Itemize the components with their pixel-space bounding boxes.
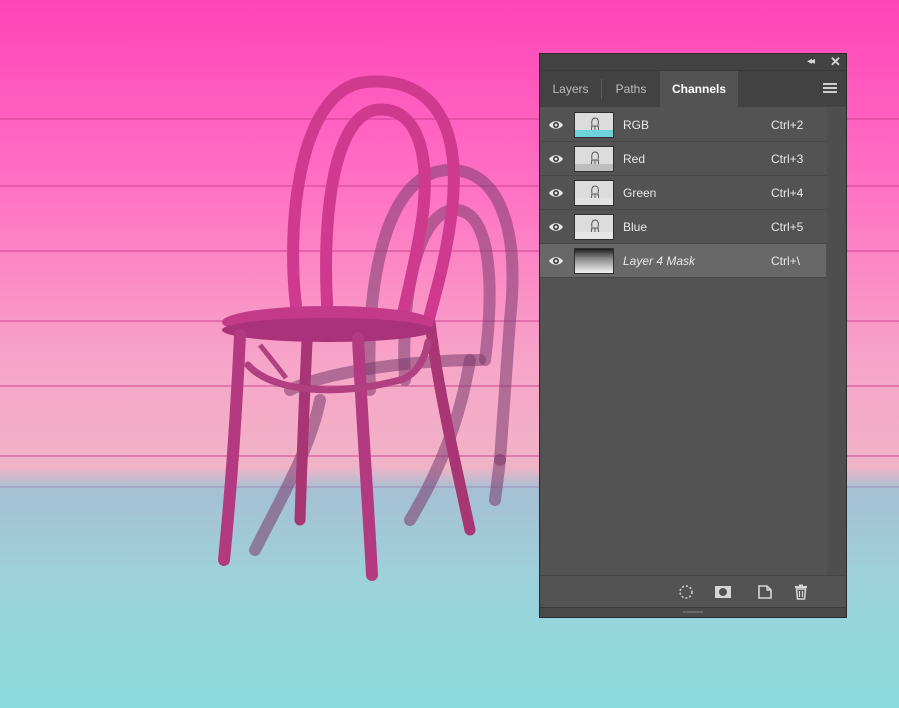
panel-menu-icon[interactable] <box>823 83 837 95</box>
channel-thumbnail <box>574 146 614 172</box>
channel-shortcut: Ctrl+4 <box>771 186 804 200</box>
channel-list: RGB Ctrl+2 Red Ctrl+3 Green Ctrl+4 Blue … <box>540 108 826 278</box>
channel-name: Layer 4 Mask <box>623 254 696 268</box>
channel-thumbnail <box>574 112 614 138</box>
channel-row-green[interactable]: Green Ctrl+4 <box>540 176 826 210</box>
delete-channel-icon[interactable] <box>792 584 810 600</box>
gray-tint-strip <box>575 164 613 171</box>
new-channel-icon[interactable] <box>756 584 774 600</box>
channel-name: Red <box>623 152 646 166</box>
channel-thumbnail <box>574 180 614 206</box>
visibility-eye-icon[interactable] <box>548 254 564 268</box>
visibility-eye-icon[interactable] <box>548 118 564 132</box>
panel-tab-bar: Layers Paths Channels <box>540 71 846 107</box>
panel-bottom-toolbar <box>540 575 846 607</box>
channels-panel: ◂◂ ✕ Layers Paths Channels RGB Ctrl+2 Re… <box>539 53 847 618</box>
collapse-panel-icon[interactable]: ◂◂ <box>807 56 815 67</box>
gray-tint-strip <box>575 198 613 205</box>
rgb-tint-strip <box>575 130 613 137</box>
channel-shortcut: Ctrl+5 <box>771 220 804 234</box>
channel-shortcut: Ctrl+2 <box>771 118 804 132</box>
tab-paths[interactable]: Paths <box>602 71 660 107</box>
channel-shortcut: Ctrl+\ <box>771 254 801 268</box>
visibility-eye-icon[interactable] <box>548 186 564 200</box>
visibility-eye-icon[interactable] <box>548 220 564 234</box>
channel-name: Green <box>623 186 657 200</box>
channel-shortcut: Ctrl+3 <box>771 152 804 166</box>
save-selection-icon[interactable] <box>714 584 732 600</box>
mask-thumbnail <box>574 248 614 274</box>
channel-row-red[interactable]: Red Ctrl+3 <box>540 142 826 176</box>
tab-channels[interactable]: Channels <box>660 71 738 107</box>
channel-name: RGB <box>623 118 650 132</box>
panel-title-bar[interactable]: ◂◂ ✕ <box>540 54 846 71</box>
channel-name: Blue <box>623 220 648 234</box>
close-icon[interactable]: ✕ <box>830 54 841 70</box>
chair-image <box>218 75 519 581</box>
panel-resize-grip[interactable] <box>540 607 846 617</box>
channel-row-blue[interactable]: Blue Ctrl+5 <box>540 210 826 244</box>
channel-thumbnail <box>574 214 614 240</box>
gray-tint-strip <box>575 232 613 239</box>
channel-row-layer-4-mask[interactable]: Layer 4 Mask Ctrl+\ <box>540 244 826 278</box>
tab-layers[interactable]: Layers <box>540 71 601 107</box>
panel-scrollbar[interactable] <box>827 108 846 575</box>
visibility-eye-icon[interactable] <box>548 152 564 166</box>
load-selection-icon[interactable] <box>677 584 695 600</box>
channel-row-rgb[interactable]: RGB Ctrl+2 <box>540 108 826 142</box>
